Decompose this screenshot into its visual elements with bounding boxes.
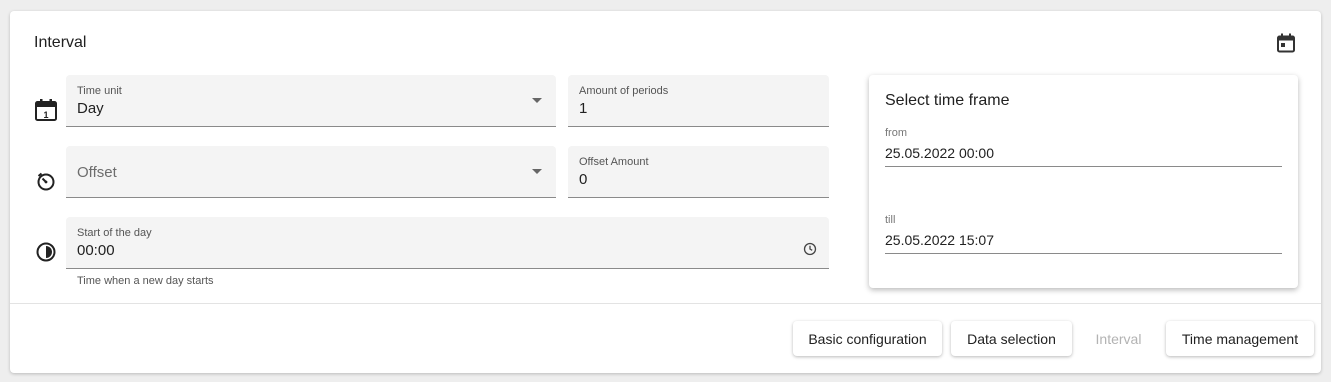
divider bbox=[10, 303, 1321, 304]
start-of-day-hint: Time when a new day starts bbox=[77, 275, 214, 287]
chevron-down-icon bbox=[532, 169, 542, 174]
basic-configuration-button[interactable]: Basic configuration bbox=[793, 321, 942, 356]
interval-button: Interval bbox=[1084, 321, 1153, 356]
offset-select[interactable]: Offset bbox=[66, 146, 556, 198]
time-unit-value: Day bbox=[77, 100, 104, 117]
from-label: from bbox=[885, 127, 907, 139]
offset-amount-label: Offset Amount bbox=[579, 156, 649, 168]
calendar-one-icon: 1 bbox=[33, 97, 59, 123]
svg-text:1: 1 bbox=[43, 110, 48, 120]
time-management-button[interactable]: Time management bbox=[1166, 321, 1314, 356]
timer-offset-icon bbox=[33, 168, 59, 194]
start-of-day-value: 00:00 bbox=[77, 242, 115, 259]
time-frame-card: Select time frame from 25.05.2022 00:00 … bbox=[869, 75, 1298, 288]
time-unit-select[interactable]: Time unit Day bbox=[66, 75, 556, 127]
time-unit-label: Time unit bbox=[77, 85, 122, 97]
clock-icon[interactable] bbox=[803, 242, 817, 261]
offset-amount-value: 0 bbox=[579, 171, 588, 188]
till-field[interactable]: till 25.05.2022 15:07 bbox=[885, 214, 1282, 254]
data-selection-button[interactable]: Data selection bbox=[951, 321, 1072, 356]
offset-amount-input[interactable]: Offset Amount 0 bbox=[568, 146, 829, 198]
amount-of-periods-label: Amount of periods bbox=[579, 85, 669, 97]
half-circle-icon bbox=[33, 239, 59, 265]
amount-of-periods-input[interactable]: Amount of periods 1 bbox=[568, 75, 829, 127]
chevron-down-icon bbox=[532, 98, 542, 103]
calendar-icon[interactable] bbox=[1273, 30, 1299, 56]
start-of-day-label: Start of the day bbox=[77, 227, 152, 239]
from-field[interactable]: from 25.05.2022 00:00 bbox=[885, 127, 1282, 167]
amount-of-periods-value: 1 bbox=[579, 100, 588, 117]
card-title: Interval bbox=[34, 34, 87, 51]
till-label: till bbox=[885, 214, 896, 226]
start-of-day-input[interactable]: Start of the day 00:00 bbox=[66, 217, 829, 269]
offset-placeholder: Offset bbox=[77, 164, 117, 181]
from-value: 25.05.2022 00:00 bbox=[885, 145, 994, 161]
till-value: 25.05.2022 15:07 bbox=[885, 232, 994, 248]
interval-card: Interval 1 Time unit Day Amount of perio… bbox=[10, 11, 1321, 373]
time-frame-title: Select time frame bbox=[885, 92, 1010, 109]
